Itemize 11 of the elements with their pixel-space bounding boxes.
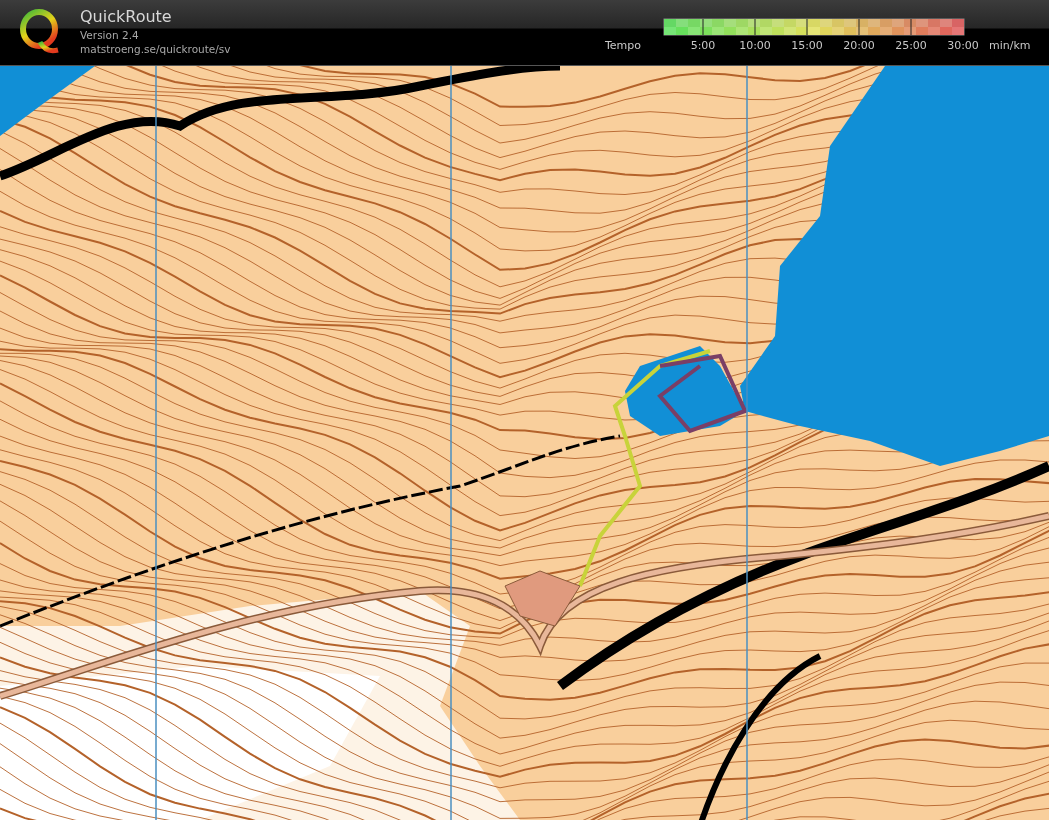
tempo-tick-label: 5:00 — [689, 39, 717, 53]
tempo-tick-label: 30:00 — [946, 39, 980, 53]
app-title: QuickRoute — [80, 6, 173, 28]
version-text: Version 2.4 — [80, 28, 140, 42]
tempo-tick-label: 25:00 — [894, 39, 928, 53]
tempo-tick-label: 20:00 — [842, 39, 876, 53]
tempo-unit: min/km — [989, 39, 1031, 53]
tempo-label: Tempo — [605, 39, 643, 53]
tempo-tick-label: 15:00 — [790, 39, 824, 53]
website-url: matstroeng.se/quickroute/sv — [80, 42, 231, 56]
tempo-tick-label: 10:00 — [738, 39, 772, 53]
